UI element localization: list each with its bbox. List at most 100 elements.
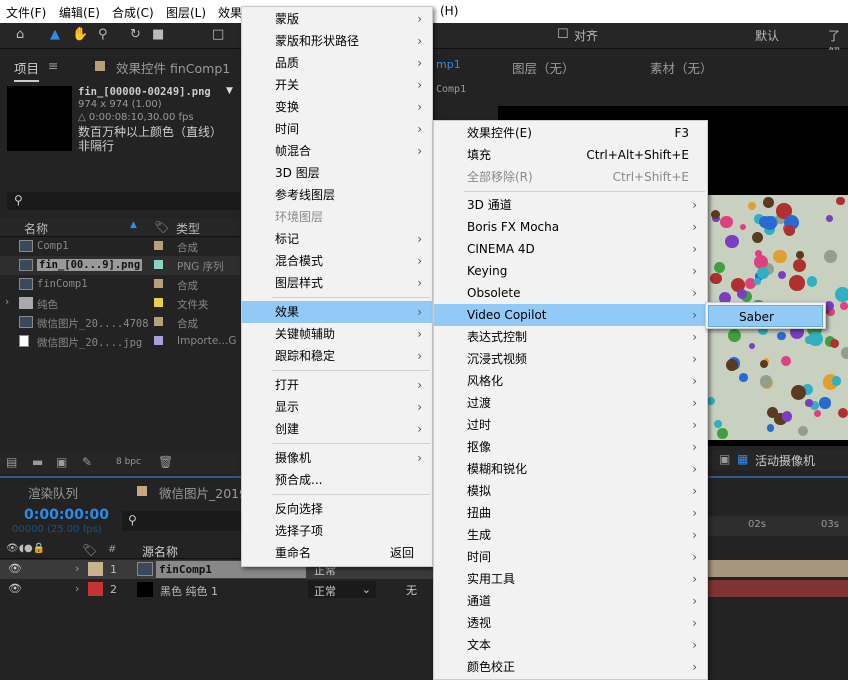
selection-tool-icon[interactable]: ▲ [50, 27, 60, 42]
menu-help[interactable]: (H) [440, 4, 458, 18]
menu-item-19[interactable]: 摄像机 › [242, 447, 432, 469]
snap-checkbox[interactable]: ☐ [557, 27, 569, 42]
sort-icon[interactable]: ▲ [130, 220, 137, 230]
zoom-tool-icon[interactable]: ⚲ [98, 27, 108, 42]
menu-item-4[interactable]: 变换 › [242, 96, 432, 118]
tab-effect-controls[interactable]: 效果控件 finComp1 [116, 58, 230, 77]
tab-render-queue[interactable]: 渲染队列 [28, 483, 78, 502]
menu-item-14[interactable]: 关键帧辅助 › [242, 323, 432, 345]
tab-layer[interactable]: 图层（无） [512, 58, 575, 77]
menu-item-1[interactable]: 蒙版和形状路径 › [242, 30, 432, 52]
col-type[interactable]: 类型 [176, 220, 200, 237]
menu-layer[interactable]: 图层(L) [166, 4, 206, 21]
menu-item-12[interactable]: 图层样式 › [242, 272, 432, 294]
rotate-tool-icon[interactable]: ↻ [130, 27, 141, 42]
expand-chevron-icon[interactable]: › [5, 296, 9, 308]
menu-item-9[interactable]: 环境图层 [242, 206, 432, 228]
col-source-name[interactable]: 源名称 [142, 543, 178, 560]
menu-item-effect-category[interactable]: 表达式控制 › [434, 326, 707, 348]
project-search-input[interactable]: ⚲ [7, 192, 240, 210]
menu-item-2[interactable]: 品质 › [242, 52, 432, 74]
visibility-eye-icon[interactable]: 👁 [8, 582, 22, 595]
menu-item-11[interactable]: 混合模式 › [242, 250, 432, 272]
menu-item-remove-all[interactable]: 全部移除(R) Ctrl+Shift+E [434, 166, 707, 188]
menu-item-effect-category[interactable]: 过时 › [434, 414, 707, 436]
menu-composition[interactable]: 合成(C) [112, 4, 154, 21]
menu-item-effect-category[interactable]: 风格化 › [434, 370, 707, 392]
menu-item-0[interactable]: 蒙版 › [242, 8, 432, 30]
trash-icon[interactable]: 🗑 [158, 455, 173, 469]
layer-bar[interactable] [708, 560, 848, 577]
menu-item-effect-category[interactable]: 生成 › [434, 524, 707, 546]
menu-item-effect-category[interactable]: 3D 通道 › [434, 194, 707, 216]
menu-item-effect-category[interactable]: 沉浸式视频 › [434, 348, 707, 370]
menu-item-23[interactable]: 重命名 返回 [242, 542, 432, 564]
menu-item-fill[interactable]: 填充 Ctrl+Alt+Shift+E [434, 144, 707, 166]
menu-item-effect-category[interactable]: 抠像 › [434, 436, 707, 458]
tab-project[interactable]: 项目 [14, 58, 40, 82]
breadcrumb[interactable]: Comp1 [436, 84, 466, 95]
menu-item-7[interactable]: 3D 图层 [242, 162, 432, 184]
menu-item-effect-category[interactable]: 模拟 › [434, 480, 707, 502]
expand-chevron-icon[interactable]: › [75, 582, 79, 595]
home-icon[interactable]: ⌂ [16, 27, 24, 42]
camera-dropdown[interactable]: 活动摄像机 [755, 452, 815, 469]
menu-item-3[interactable]: 开关 › [242, 74, 432, 96]
tab-footage[interactable]: 素材（无） [650, 58, 713, 77]
dropdown-icon[interactable]: ▼ [226, 86, 233, 96]
hand-tool-icon[interactable]: ✋ [72, 27, 88, 42]
menu-item-saber[interactable]: Saber [708, 305, 823, 327]
menu-item-10[interactable]: 标记 › [242, 228, 432, 250]
menu-item-effect-category[interactable]: 扭曲 › [434, 502, 707, 524]
tab-composition[interactable]: 微信图片_2019 [159, 483, 247, 502]
current-timecode[interactable]: 0:00:00:00 [24, 507, 109, 523]
parent-dropdown[interactable]: 无 [406, 582, 417, 598]
visibility-eye-icon[interactable]: 👁 [8, 562, 22, 575]
menu-item-effect-category[interactable]: 模糊和锐化 › [434, 458, 707, 480]
menu-item-16[interactable]: 打开 › [242, 374, 432, 396]
menu-item-effect-category[interactable]: 文本 › [434, 634, 707, 656]
menu-item-effect-category[interactable]: Video Copilot › [434, 304, 707, 326]
transparency-grid-icon[interactable]: ▦ [737, 452, 748, 466]
menu-item-17[interactable]: 显示 › [242, 396, 432, 418]
layer-bar[interactable] [708, 580, 848, 597]
menu-effect[interactable]: 效果 [218, 4, 242, 21]
layer-search-input[interactable]: ⚲ [122, 511, 242, 531]
workspace-default[interactable]: 默认 [755, 27, 779, 44]
time-ruler[interactable]: 02s 03s [708, 516, 848, 536]
new-folder-icon[interactable]: ▬ [32, 455, 43, 469]
menu-file[interactable]: 文件(F) [6, 4, 46, 21]
rectangle-tool-icon[interactable]: □ [212, 27, 224, 42]
project-item[interactable]: finComp1 合成 [0, 275, 240, 294]
label-tag-icon[interactable]: 🏷 [154, 220, 169, 234]
menu-edit[interactable]: 编辑(E) [59, 4, 100, 21]
menu-item-effect-controls[interactable]: 效果控件(E) F3 [434, 122, 707, 144]
menu-item-5[interactable]: 时间 › [242, 118, 432, 140]
menu-item-22[interactable]: 选择子项 [242, 520, 432, 542]
label-swatch[interactable] [88, 562, 103, 576]
project-item[interactable]: › 纯色 文件夹 [0, 294, 240, 313]
menu-item-effect-category[interactable]: Obsolete › [434, 282, 707, 304]
menu-item-20[interactable]: 预合成... [242, 469, 432, 491]
menu-item-effect-category[interactable]: Boris FX Mocha › [434, 216, 707, 238]
menu-item-effect-category[interactable]: CINEMA 4D › [434, 238, 707, 260]
project-item[interactable]: Comp1 合成 [0, 237, 240, 256]
menu-item-effect-category[interactable]: 实用工具 › [434, 568, 707, 590]
bpc-button[interactable]: 8 bpc [116, 457, 141, 467]
menu-item-8[interactable]: 参考线图层 [242, 184, 432, 206]
menu-item-21[interactable]: 反向选择 [242, 498, 432, 520]
project-item[interactable]: fin_[00...9].png PNG 序列 [0, 256, 240, 275]
grid-toggle-icon[interactable]: ▣ [719, 452, 730, 466]
tab-composition[interactable]: mp1 [436, 58, 461, 71]
menu-item-effect-category[interactable]: Keying › [434, 260, 707, 282]
layer-name[interactable]: 黑色 纯色 1 [160, 583, 218, 599]
col-name[interactable]: 名称 [24, 220, 48, 237]
menu-item-effect-category[interactable]: 颜色校正 › [434, 656, 707, 678]
menu-item-15[interactable]: 跟踪和稳定 › [242, 345, 432, 367]
menu-item-6[interactable]: 帧混合 › [242, 140, 432, 162]
menu-item-18[interactable]: 创建 › [242, 418, 432, 440]
label-swatch[interactable] [88, 582, 103, 596]
camera-tool-icon[interactable]: ■ [152, 27, 164, 42]
menu-item-13[interactable]: 效果 › [242, 301, 432, 323]
menu-item-effect-category[interactable]: 通道 › [434, 590, 707, 612]
